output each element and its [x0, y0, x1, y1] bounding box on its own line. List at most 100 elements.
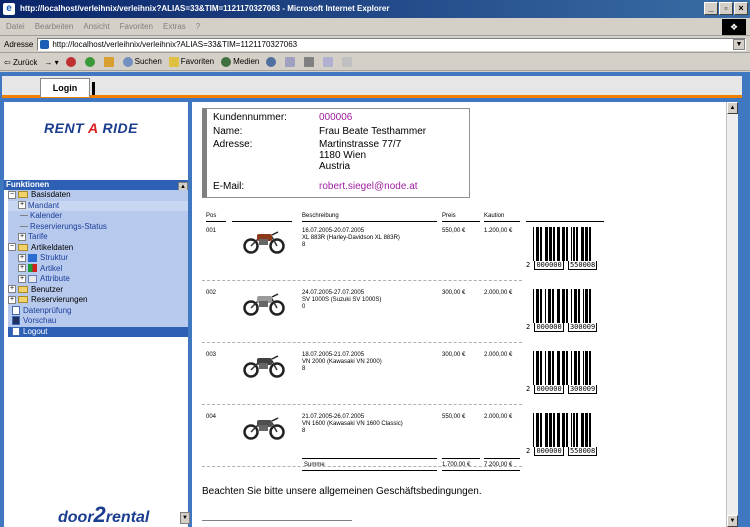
- print-icon[interactable]: [304, 57, 315, 67]
- collapse-icon[interactable]: −: [8, 190, 16, 199]
- customer-number-label: Kundennummer:: [213, 112, 287, 123]
- barcode-part-b: 550008: [567, 447, 598, 456]
- barcode-part-b: 300009: [567, 323, 598, 332]
- menu-extras[interactable]: Extras: [163, 22, 186, 31]
- tab-marker: [92, 82, 95, 95]
- expand-icon[interactable]: +: [18, 253, 26, 262]
- nav-label: Benutzer: [31, 284, 64, 294]
- menu-bearbeiten[interactable]: Bearbeiten: [35, 22, 74, 31]
- sidebar-scroll-down-button[interactable]: ▼: [180, 512, 190, 524]
- row-model: VN 1600 (Kawasaki VN 1600 Classic): [302, 421, 403, 427]
- browser-toolbar: ⇦ Zurück → ▾ Suchen Favoriten Medien: [0, 54, 750, 71]
- article-icon: [28, 264, 37, 273]
- motorcycle-icon: [243, 417, 285, 440]
- sum-price: 1.700,00 €: [442, 462, 471, 468]
- expand-icon[interactable]: +: [18, 201, 26, 210]
- nav-item-kalender[interactable]: Kalender: [8, 211, 188, 222]
- row-separator: [202, 404, 522, 405]
- search-button[interactable]: Suchen: [122, 57, 162, 67]
- barcode-digits: 2 000000 300009: [526, 323, 598, 332]
- expand-icon[interactable]: +: [18, 232, 26, 241]
- nav-item-datenpruefung[interactable]: Datenprüfung: [8, 305, 188, 316]
- barcode-part-b: 550008: [567, 261, 598, 270]
- nav-item-reservierungen[interactable]: + Reservierungen: [8, 295, 188, 306]
- minimize-button[interactable]: _: [704, 2, 718, 15]
- barcode-part-a: 000000: [534, 323, 564, 332]
- favorites-button[interactable]: Favoriten: [168, 57, 214, 67]
- menu-ansicht[interactable]: Ansicht: [83, 22, 109, 31]
- address-input[interactable]: http://localhost/verleihnix/verleihnix?A…: [37, 38, 746, 51]
- scroll-down-button[interactable]: ▼: [727, 515, 738, 527]
- expand-icon[interactable]: +: [18, 264, 26, 273]
- forward-button[interactable]: → ▾: [44, 58, 58, 67]
- motorcycle-icon: [243, 355, 285, 378]
- nav-item-tarife[interactable]: + Tarife: [8, 232, 188, 243]
- collapse-icon[interactable]: −: [8, 243, 16, 252]
- nav-label: Reservierungs-Status: [30, 221, 107, 231]
- tree-connector: [20, 215, 28, 217]
- stop-icon[interactable]: [65, 57, 76, 67]
- media-label: Medien: [233, 57, 260, 67]
- nav-item-benutzer[interactable]: + Benutzer: [8, 284, 188, 295]
- close-button[interactable]: ×: [734, 2, 748, 15]
- expand-icon[interactable]: +: [8, 295, 16, 304]
- search-icon: [122, 57, 133, 67]
- nav-item-vorschau[interactable]: Vorschau: [8, 316, 188, 327]
- nav-item-logout[interactable]: Logout: [8, 326, 188, 337]
- mail-icon[interactable]: [285, 57, 296, 67]
- barcode-bars: [533, 413, 591, 447]
- nav-item-artikeldaten[interactable]: − Artikeldaten: [8, 242, 188, 253]
- motorcycle-image: [242, 288, 286, 316]
- terms-notice: Beachten Sie bitte unsere allgemeinen Ge…: [202, 486, 482, 497]
- menubar: Datei Bearbeiten Ansicht Favoriten Extra…: [0, 18, 750, 36]
- nav-item-basisdaten[interactable]: − Basisdaten: [8, 190, 188, 201]
- barcode-bars: [533, 227, 591, 261]
- row-separator: [202, 280, 522, 281]
- main-scrollbar[interactable]: ▲ ▼: [726, 102, 738, 527]
- nav-item-reservierungs-status[interactable]: Reservierungs-Status: [8, 221, 188, 232]
- row-pos: 004: [206, 414, 217, 420]
- row-pos: 002: [206, 290, 217, 296]
- maximize-button[interactable]: ▫: [719, 2, 733, 15]
- nav-item-struktur[interactable]: + Struktur: [8, 253, 188, 264]
- home-icon[interactable]: [103, 57, 114, 67]
- tab-login[interactable]: Login: [40, 78, 90, 97]
- expand-icon[interactable]: +: [18, 274, 26, 283]
- barcode-lead: 2: [526, 447, 531, 455]
- check-icon: [12, 305, 20, 315]
- refresh-icon[interactable]: [84, 57, 95, 67]
- media-button[interactable]: Medien: [221, 57, 259, 67]
- row-price: 300,00 €: [442, 352, 466, 358]
- menu-help[interactable]: ?: [196, 22, 200, 31]
- expand-icon[interactable]: +: [8, 285, 16, 294]
- address-bar: Adresse http://localhost/verleihnix/verl…: [0, 37, 750, 53]
- search-label: Suchen: [134, 57, 162, 67]
- window-title: http://localhost/verleihnix/verleihnix?A…: [20, 4, 390, 13]
- barcode: 2 000000 550008: [526, 411, 598, 456]
- history-icon[interactable]: [266, 57, 277, 67]
- nav-item-attribute[interactable]: + Attribute: [8, 274, 188, 285]
- menu-favoriten[interactable]: Favoriten: [120, 22, 153, 31]
- favorites-icon: [168, 57, 179, 67]
- discuss-icon[interactable]: [342, 57, 353, 67]
- nav-label: Vorschau: [23, 316, 57, 325]
- row-qty: 8: [302, 242, 306, 248]
- back-button[interactable]: ⇦ Zurück: [4, 58, 37, 67]
- windows-logo-icon: ❖: [722, 19, 746, 35]
- barcode-part-a: 000000: [534, 385, 564, 394]
- structure-icon: [28, 253, 37, 262]
- row-model: XL 883R (Harley-Davidson XL 883R): [302, 235, 400, 241]
- customer-email[interactable]: robert.siegel@node.at: [319, 181, 418, 192]
- tree-connector: [20, 225, 28, 227]
- row-deposit: 2.000,00 €: [484, 290, 513, 296]
- barcode-lead: 2: [526, 323, 531, 331]
- scroll-up-button[interactable]: ▲: [727, 102, 738, 114]
- address-dropdown-icon[interactable]: ▼: [733, 39, 745, 50]
- header-underline: [526, 221, 604, 222]
- menu-datei[interactable]: Datei: [6, 22, 25, 31]
- nav-item-mandant[interactable]: + Mandant: [8, 200, 188, 211]
- nav-item-artikel[interactable]: + Artikel: [8, 263, 188, 274]
- row-deposit: 1.200,00 €: [484, 228, 513, 234]
- edit-icon[interactable]: [323, 57, 334, 67]
- tab-bar: Login: [2, 76, 742, 98]
